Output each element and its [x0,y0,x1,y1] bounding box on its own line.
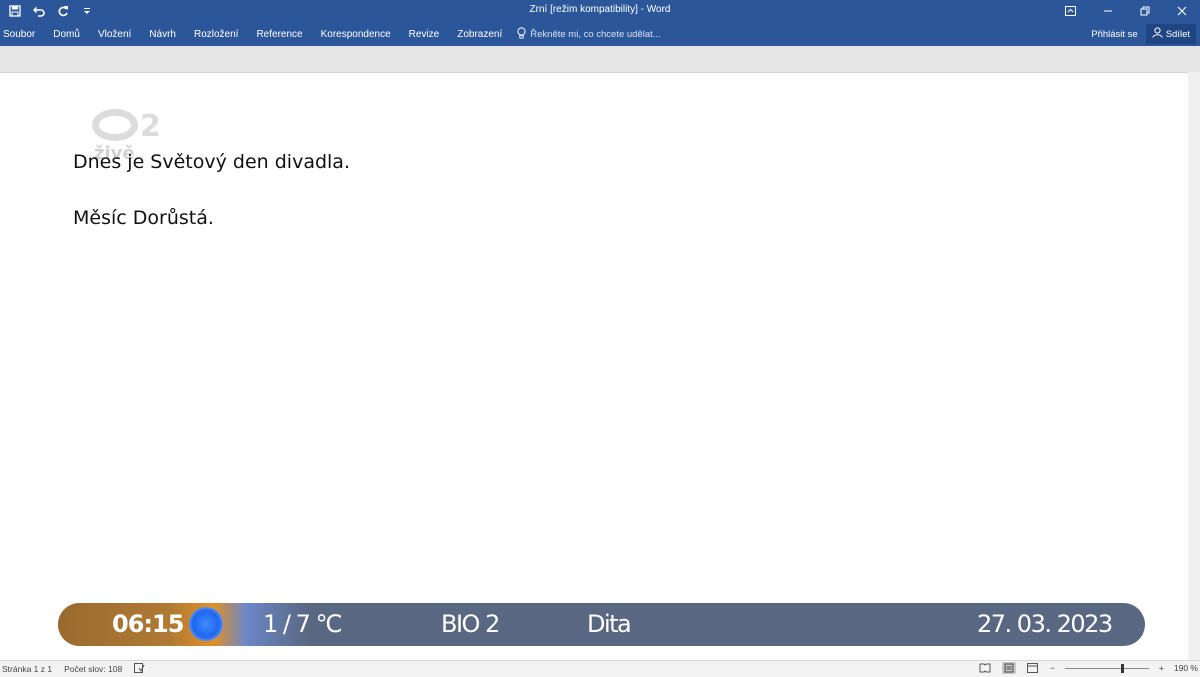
clock-time: 06:15 [112,610,184,638]
date: 27. 03. 2023 [977,610,1113,638]
logo-number: 2 [140,109,161,144]
tab-korespondence[interactable]: Korespondence [312,29,400,40]
paragraph-2[interactable]: Měsíc Dorůstá. [73,207,214,229]
zoom-slider-track [1064,668,1149,669]
ribbon-tab-row: Soubor Domů Vložení Návrh Rozložení Refe… [0,22,1200,46]
tv-info-bar: 06:15 1 / 7 ℃ BIO 2 Dita 27. 03. 2023 [58,603,1145,646]
program-name: BIO 2 [441,610,500,638]
tab-reference[interactable]: Reference [247,29,311,40]
name-day: Dita [587,610,632,638]
web-layout-icon[interactable] [1026,662,1040,674]
tab-soubor[interactable]: Soubor [0,29,44,40]
tab-zobrazeni[interactable]: Zobrazení [448,29,511,40]
restore-icon[interactable] [1126,0,1163,22]
minimize-icon[interactable] [1089,0,1126,22]
zoom-level[interactable]: 190 % [1174,663,1198,673]
window-controls [1052,0,1200,22]
weather-dot-icon [189,607,223,641]
paragraph-1[interactable]: Dnes je Světový den divadla. [73,151,350,173]
zoom-slider-handle[interactable] [1120,664,1124,673]
close-icon[interactable] [1163,0,1200,22]
tell-me-placeholder: Řekněte mi, co chcete udělat... [530,28,661,40]
temperature: 1 / 7 ℃ [263,610,342,638]
status-left: Stránka 1 z 1 Počet slov: 108 [2,663,145,675]
zoom-slider[interactable] [1064,662,1149,674]
vertical-scrollbar[interactable] [1188,72,1200,662]
zoom-out-icon[interactable]: − [1050,663,1055,673]
read-mode-icon[interactable] [978,662,992,674]
status-right: − + 190 % [978,662,1198,674]
ribbon-tabs: Soubor Domů Vložení Návrh Rozložení Refe… [0,22,661,46]
tab-vlozeni[interactable]: Vložení [89,29,140,40]
zoom-in-icon[interactable]: + [1159,663,1164,673]
ribbon-display-options-icon[interactable] [1052,0,1089,22]
title-bar: Zrní [režim kompatibility] - Word [0,0,1200,22]
account-area: Přihlásit se Sdílet [1091,24,1196,44]
logo-ring-shape [92,109,138,141]
proofing-icon[interactable] [134,663,145,675]
print-layout-icon[interactable] [1001,662,1016,674]
document-workspace: 2 živě Dnes je Světový den divadla. Měsí… [0,46,1200,663]
document-title: Zrní [režim kompatibility] - Word [529,4,671,15]
tab-navrh[interactable]: Návrh [140,29,185,40]
page-count[interactable]: Stránka 1 z 1 [2,664,52,674]
word-count[interactable]: Počet slov: 108 [64,664,122,674]
sign-in-link[interactable]: Přihlásit se [1091,29,1137,40]
status-bar: Stránka 1 z 1 Počet slov: 108 − + 190 % [0,660,1200,677]
tab-rozlozeni[interactable]: Rozložení [185,29,247,40]
document-page[interactable]: 2 živě Dnes je Světový den divadla. Měsí… [0,72,1189,663]
share-label: Sdílet [1165,28,1190,40]
tab-domu[interactable]: Domů [44,29,89,40]
tell-me-box[interactable]: Řekněte mi, co chcete udělat... [517,26,661,42]
share-button[interactable]: Sdílet [1145,24,1196,44]
tab-revize[interactable]: Revize [400,29,449,40]
lightbulb-icon [517,26,526,42]
person-icon [1152,27,1163,41]
